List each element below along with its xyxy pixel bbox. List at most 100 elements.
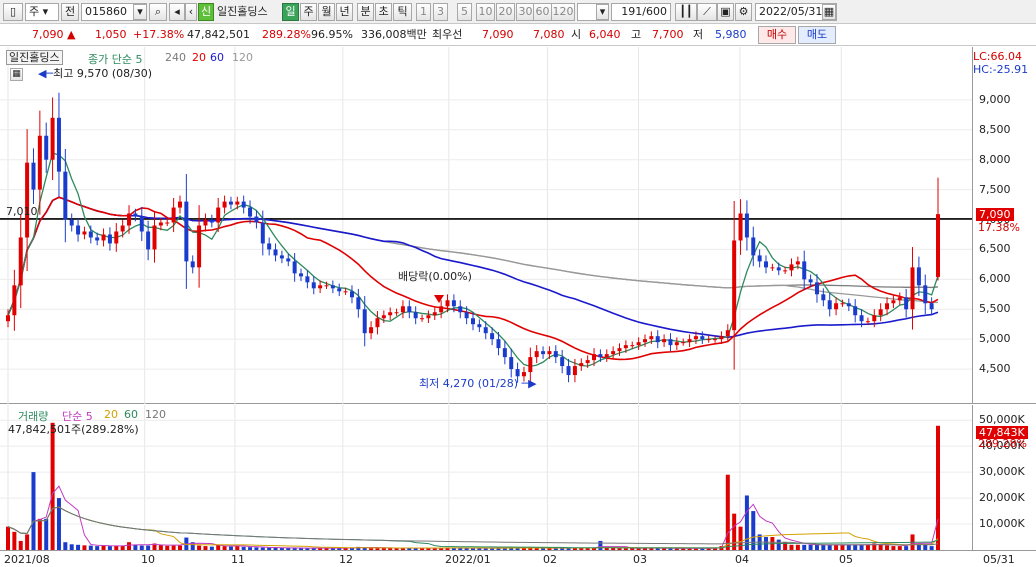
candle-body	[458, 306, 463, 313]
ma240-line	[7, 196, 939, 316]
candle-body	[158, 222, 163, 226]
calendar-icon[interactable]: ▦	[822, 4, 836, 20]
minute-1-button[interactable]: 1	[416, 3, 431, 21]
candle-body	[400, 306, 405, 313]
x-label-11: 11	[231, 553, 245, 566]
market-select[interactable]: 주 ▾	[25, 3, 59, 21]
candle-body	[267, 243, 272, 250]
candle-body	[585, 360, 590, 364]
candle-body	[209, 219, 214, 223]
candle-body	[916, 267, 921, 286]
candle-body	[560, 357, 565, 367]
price-chart-svg[interactable]	[0, 47, 972, 404]
bid-price: 7,080	[533, 28, 565, 41]
volume-legend-ma60[interactable]: 60	[124, 408, 138, 421]
save-icon[interactable]: ▣	[717, 3, 734, 21]
volume-bar	[744, 495, 749, 550]
candle-icon[interactable]: ┃┃	[675, 3, 697, 21]
chart-type-icon[interactable]: ▯	[3, 3, 23, 21]
candle-body	[184, 201, 189, 262]
candle-body	[18, 237, 23, 286]
minute-5-button[interactable]: 5	[457, 3, 472, 21]
period-second-button[interactable]: 초	[375, 3, 392, 21]
period-week-button[interactable]: 주	[300, 3, 317, 21]
legend-ma20[interactable]: 20	[192, 51, 206, 64]
candle-body	[165, 222, 170, 224]
minute-3-button[interactable]: 3	[433, 3, 448, 21]
code-dropdown-button[interactable]: ▾	[133, 4, 147, 20]
sell-button[interactable]: 매도	[798, 26, 836, 44]
price-current-pct: 17.38%	[978, 221, 1020, 234]
chart-stock-name-tag[interactable]: 일진홀딩스	[6, 50, 63, 65]
buy-button[interactable]: 매수	[758, 26, 796, 44]
candle-body	[623, 345, 628, 349]
period-month-button[interactable]: 월	[318, 3, 335, 21]
candle-body	[897, 297, 902, 301]
price-tick-label: 5,500	[979, 302, 1011, 316]
candle-body	[139, 216, 144, 232]
candle-body	[305, 276, 310, 283]
price-chart-panel[interactable]: 일진홀딩스 종가 단순 5 240 20 60 120 ▦ ◀─최고 9,570…	[0, 47, 972, 404]
candle-body	[547, 351, 552, 355]
candle-body	[923, 285, 928, 304]
period-tick-button[interactable]: 틱	[393, 3, 412, 21]
scroll-left-icon[interactable]: ‹	[185, 3, 197, 21]
volume-chart-svg[interactable]	[0, 405, 972, 550]
candle-body	[451, 300, 456, 307]
period-minute-button[interactable]: 분	[357, 3, 374, 21]
candle-body	[152, 225, 157, 250]
stock-name[interactable]: 일진홀딩스	[217, 3, 268, 21]
minute-20-button[interactable]: 20	[496, 3, 515, 21]
price-tick-label: 8,000	[979, 152, 1011, 166]
candle-body	[840, 303, 845, 305]
candle-body	[44, 135, 49, 160]
open-label: 시	[571, 28, 582, 41]
minute-60-button[interactable]: 60	[533, 3, 552, 21]
candle-body	[76, 225, 81, 235]
period-year-button[interactable]: 년	[336, 3, 353, 21]
candle-body	[190, 261, 195, 268]
price-tick-label: 6,000	[979, 272, 1011, 286]
candle-body	[649, 336, 654, 340]
line-tool-icon[interactable]: ⟋	[697, 3, 717, 21]
prev-button[interactable]: 전	[61, 3, 79, 21]
candle-body	[248, 207, 253, 217]
volume-tick-label: 10,000K	[979, 517, 1025, 531]
volume-bar	[936, 425, 940, 550]
lc-value: LC:66.04	[973, 50, 1023, 63]
price-tick-label: 5,000	[979, 332, 1011, 346]
candle-body	[592, 354, 597, 361]
speaker-icon[interactable]: ◂	[169, 3, 185, 21]
candle-body	[127, 213, 132, 226]
legend-ma60[interactable]: 60	[210, 51, 224, 64]
volume-bar	[50, 422, 55, 550]
arrow-left-icon: ◀─	[38, 67, 54, 80]
candle-body	[751, 237, 756, 256]
candle-body	[776, 267, 781, 271]
volume-legend-ma120[interactable]: 120	[145, 408, 166, 421]
candle-body	[808, 279, 813, 283]
settings-icon[interactable]: ⚙	[735, 3, 752, 21]
data-count-input[interactable]: 191/600	[611, 3, 671, 21]
candle-body	[426, 315, 431, 319]
candle-body	[936, 214, 940, 277]
ma5-line	[7, 152, 939, 368]
volume-chart-panel[interactable]: 거래량 단순 5 20 60 120 47,842,501주(289.28%)	[0, 405, 972, 550]
volume-legend-ma20[interactable]: 20	[104, 408, 118, 421]
minute-120-button[interactable]: 120	[551, 3, 575, 21]
candle-body	[477, 324, 482, 328]
volume-bar	[31, 472, 36, 550]
candle-body	[757, 255, 762, 262]
volume-bar	[732, 513, 737, 550]
period-custom-dropdown[interactable]: ▾	[596, 4, 609, 20]
period-day-button[interactable]: 일	[282, 3, 299, 21]
legend-ma240[interactable]: 240	[165, 51, 186, 64]
legend-ma120[interactable]: 120	[232, 51, 253, 64]
grid-toggle-icon[interactable]: ▦	[10, 68, 23, 81]
candle-body	[865, 321, 870, 323]
search-icon[interactable]: ⌕	[149, 3, 167, 21]
dividend-arrow-icon	[434, 295, 444, 303]
candle-body	[369, 327, 374, 334]
candle-body	[814, 282, 819, 295]
minute-10-button[interactable]: 10	[476, 3, 495, 21]
